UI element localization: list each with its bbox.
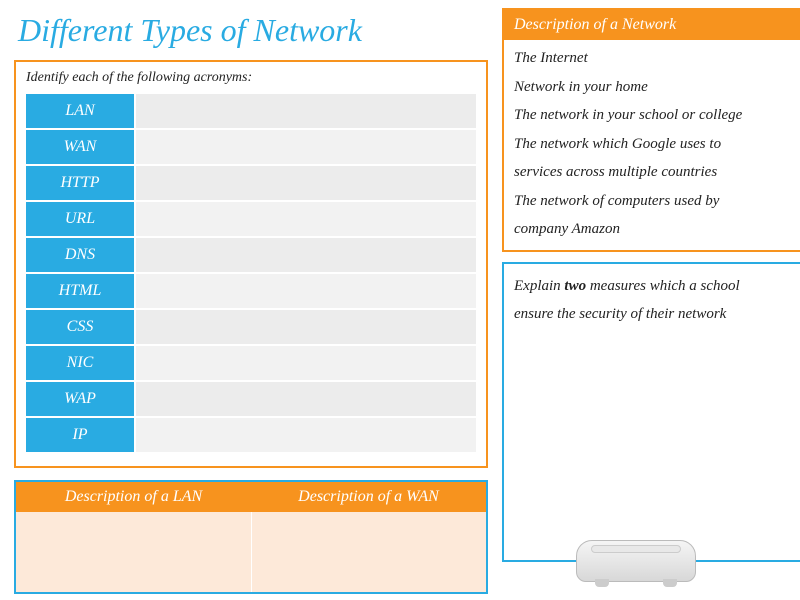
acronym-answer-cell[interactable]	[136, 310, 476, 344]
acronym-label: IP	[26, 418, 134, 452]
lan-answer-cell[interactable]	[16, 512, 252, 592]
router-icon	[576, 540, 696, 600]
table-row: WAP	[26, 382, 476, 416]
list-item: company Amazon	[514, 215, 800, 244]
acronym-label: LAN	[26, 94, 134, 128]
acronym-answer-cell[interactable]	[136, 346, 476, 380]
acronym-label: WAP	[26, 382, 134, 416]
acronym-label: URL	[26, 202, 134, 236]
table-row: NIC	[26, 346, 476, 380]
acronym-answer-cell[interactable]	[136, 274, 476, 308]
lan-header: Description of a LAN	[16, 482, 251, 512]
acronym-instruction: Identify each of the following acronyms:	[26, 70, 476, 86]
table-row: LAN	[26, 94, 476, 128]
acronym-answer-cell[interactable]	[136, 238, 476, 272]
lan-wan-panel: Description of a LAN Description of a WA…	[14, 480, 488, 594]
list-item: The network which Google uses to	[514, 130, 800, 159]
acronym-label: HTTP	[26, 166, 134, 200]
network-description-panel: Description of a Network The Internet Ne…	[502, 8, 800, 252]
security-panel[interactable]: Explain two measures which a school ensu…	[502, 262, 800, 562]
acronym-label: WAN	[26, 130, 134, 164]
list-item: services across multiple countries	[514, 158, 800, 187]
network-description-header: Description of a Network	[504, 10, 800, 40]
table-row: CSS	[26, 310, 476, 344]
table-row: HTTP	[26, 166, 476, 200]
table-row: WAN	[26, 130, 476, 164]
list-item: The network in your school or college	[514, 101, 800, 130]
list-item: Network in your home	[514, 73, 800, 102]
acronym-label: DNS	[26, 238, 134, 272]
table-row: DNS	[26, 238, 476, 272]
acronym-answer-cell[interactable]	[136, 166, 476, 200]
acronym-answer-cell[interactable]	[136, 418, 476, 452]
acronym-panel: Identify each of the following acronyms:…	[14, 60, 488, 468]
security-prompt-line: Explain two measures which a school	[514, 272, 800, 301]
table-row: IP	[26, 418, 476, 452]
acronym-label: NIC	[26, 346, 134, 380]
table-row: URL	[26, 202, 476, 236]
table-row: HTML	[26, 274, 476, 308]
list-item: The network of computers used by	[514, 187, 800, 216]
acronym-answer-cell[interactable]	[136, 130, 476, 164]
acronym-answer-cell[interactable]	[136, 382, 476, 416]
security-prompt-line: ensure the security of their network	[514, 300, 800, 329]
list-item: The Internet	[514, 44, 800, 73]
wan-answer-cell[interactable]	[252, 512, 487, 592]
wan-header: Description of a WAN	[251, 482, 486, 512]
acronym-answer-cell[interactable]	[136, 94, 476, 128]
acronym-label: HTML	[26, 274, 134, 308]
acronym-label: CSS	[26, 310, 134, 344]
acronym-answer-cell[interactable]	[136, 202, 476, 236]
